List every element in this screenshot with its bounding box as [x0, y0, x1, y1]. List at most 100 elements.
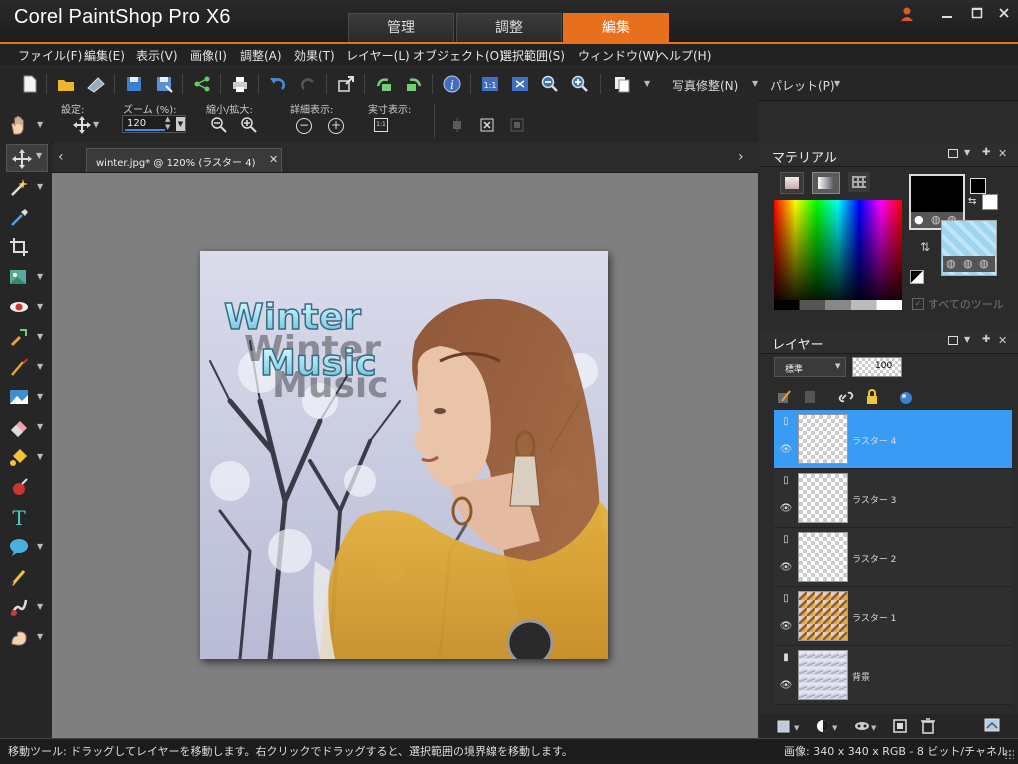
user-account-icon[interactable]: [896, 6, 918, 24]
warp-brush-icon[interactable]: ▼: [8, 596, 43, 618]
layer-raster-3[interactable]: ▯ 👁 ラスター 3: [774, 469, 1012, 528]
tab-manage[interactable]: 管理: [348, 13, 454, 42]
delete-layer-icon[interactable]: [920, 717, 936, 738]
grid-tab-icon[interactable]: [848, 172, 870, 192]
mask-layer-icon[interactable]: ▼: [854, 718, 878, 737]
zoom-slider-bar[interactable]: [125, 129, 165, 131]
solid-style-icon[interactable]: ◍: [946, 257, 956, 270]
all-tools-checkbox[interactable]: ✓: [912, 298, 924, 310]
magic-wand-icon[interactable]: ▼: [8, 176, 43, 198]
swap-materials-icon[interactable]: ⇅: [920, 240, 930, 254]
resize-grip-icon[interactable]: [1004, 749, 1014, 759]
zoom-input[interactable]: 120 ▲ ▼ ▼: [122, 115, 186, 133]
new-layer-icon[interactable]: ▼: [776, 718, 800, 737]
open-folder-icon[interactable]: [56, 74, 76, 94]
menu-adjust[interactable]: 調整(A): [240, 47, 282, 64]
clone-brush-icon[interactable]: ▼: [8, 326, 43, 348]
zoom-in-icon[interactable]: [570, 74, 590, 94]
opacity-input[interactable]: 100: [852, 357, 902, 377]
background-style-buttons[interactable]: ◍ ◍ ◍: [943, 256, 995, 272]
layer-raster-1[interactable]: ▯ 👁 ラスター 1: [774, 587, 1012, 646]
text-tool-icon[interactable]: T: [8, 506, 30, 530]
print-icon[interactable]: [230, 74, 250, 94]
lock-icon[interactable]: [864, 389, 880, 408]
save-as-icon[interactable]: [154, 74, 174, 94]
crop-icon[interactable]: [8, 236, 30, 258]
menu-file[interactable]: ファイル(F): [18, 47, 82, 64]
menu-view[interactable]: 表示(V): [136, 47, 178, 64]
pin-icon[interactable]: ✚: [982, 147, 990, 158]
solid-style-icon[interactable]: ●: [914, 213, 924, 226]
menu-window[interactable]: ウィンドウ(W): [578, 47, 659, 64]
swatches-tab-icon[interactable]: [812, 172, 840, 194]
menu-image[interactable]: 画像(I): [190, 47, 227, 64]
zoom-spinner-icon[interactable]: ▲ ▼: [165, 115, 170, 131]
chevron-right-icon[interactable]: ›: [738, 149, 744, 165]
menu-objects[interactable]: オブジェクト(O): [413, 47, 504, 64]
red-eye-icon[interactable]: ▼: [8, 296, 43, 318]
maximize-icon[interactable]: [966, 6, 988, 24]
color-picker-spectrum[interactable]: [774, 200, 902, 310]
scan-icon[interactable]: [86, 74, 106, 94]
visibility-eye-icon[interactable]: 👁: [778, 621, 794, 635]
photo-retouch-icon[interactable]: ▼: [8, 266, 43, 288]
layer-background[interactable]: ▮ 👁 背景: [774, 646, 1012, 705]
menu-help[interactable]: ヘルプ(H): [657, 47, 711, 64]
visibility-eye-icon[interactable]: 👁: [778, 680, 794, 694]
layer-mode-icon[interactable]: ▯: [778, 534, 794, 548]
panel-maximize-icon[interactable]: [948, 149, 958, 158]
visibility-eye-icon[interactable]: 👁: [778, 444, 794, 458]
menu-selections[interactable]: 選択範囲(S): [500, 47, 565, 64]
rotate-left-icon[interactable]: [374, 74, 394, 94]
undo-icon[interactable]: [268, 74, 288, 94]
bg-color-small[interactable]: [982, 194, 998, 210]
smudge-tool-icon[interactable]: ▼: [8, 626, 43, 648]
actual-size-icon[interactable]: 1:1: [480, 74, 500, 94]
layer-mode-icon[interactable]: ▯: [778, 475, 794, 489]
info-icon[interactable]: i: [442, 74, 462, 94]
tab-edit[interactable]: 編集: [563, 13, 669, 42]
fit-icon[interactable]: [480, 118, 494, 135]
layer-raster-2[interactable]: ▯ 👁 ラスター 2: [774, 528, 1012, 587]
dropper-icon[interactable]: [8, 206, 30, 228]
chevron-down-icon[interactable]: ▼: [644, 79, 650, 88]
layer-style-icon[interactable]: [898, 389, 914, 408]
document-tab[interactable]: winter.jpg* @ 120% (ラスター 4) ✕: [86, 148, 282, 172]
close-tab-icon[interactable]: ✕: [269, 153, 278, 166]
close-icon[interactable]: ✕: [998, 147, 1007, 160]
rotate-right-icon[interactable]: [404, 74, 424, 94]
pattern-style-icon[interactable]: ◍: [979, 257, 989, 270]
document-image[interactable]: Winter Music Winter Music: [200, 251, 608, 659]
zoom-out-icon[interactable]: [540, 74, 560, 94]
close-icon[interactable]: [993, 6, 1015, 24]
gradient-style-icon[interactable]: ◍: [963, 257, 973, 270]
zoom-in-icon[interactable]: [240, 116, 258, 137]
panel-maximize-icon[interactable]: [948, 336, 958, 345]
redo-icon[interactable]: [298, 74, 318, 94]
move-mode-icon[interactable]: ▼: [72, 115, 99, 138]
pin-icon[interactable]: ✚: [982, 334, 990, 345]
chevron-left-icon[interactable]: ‹: [58, 149, 64, 165]
blend-mode-select[interactable]: 標準 ▼: [774, 357, 846, 377]
swap-colors-icon[interactable]: ⇆: [968, 196, 976, 207]
save-icon[interactable]: [124, 74, 144, 94]
layer-raster-4[interactable]: ▯ 👁 ラスター 4: [774, 410, 1012, 469]
color-replacer-icon[interactable]: [8, 476, 30, 498]
menu-edit[interactable]: 編集(E): [84, 47, 125, 64]
shape-tool-icon[interactable]: ▼: [8, 536, 43, 558]
minimize-icon[interactable]: [936, 6, 958, 24]
detail-minus-icon[interactable]: −: [296, 118, 312, 134]
mask-icon[interactable]: [802, 389, 818, 408]
share-icon[interactable]: [192, 74, 212, 94]
photo-fix-menu[interactable]: 写真修整(N): [672, 77, 738, 94]
flood-fill-icon[interactable]: ▼: [8, 446, 43, 468]
canvas-area[interactable]: Winter Music Winter Music: [52, 173, 758, 738]
grayscale-swatches[interactable]: [774, 300, 902, 310]
tab-adjust[interactable]: 調整: [456, 13, 562, 42]
link-icon[interactable]: [838, 389, 854, 408]
visibility-eye-icon[interactable]: 👁: [778, 503, 794, 517]
eraser-icon[interactable]: ▼: [8, 416, 43, 438]
rainbow-tab-icon[interactable]: [780, 172, 804, 194]
resize-icon[interactable]: [336, 74, 356, 94]
detail-plus-icon[interactable]: +: [328, 118, 344, 134]
